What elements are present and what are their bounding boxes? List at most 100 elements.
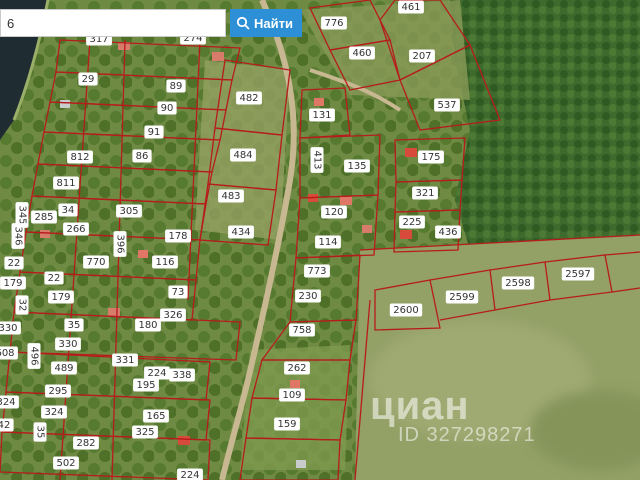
plot-label[interactable]: 325	[132, 425, 158, 439]
plot-label[interactable]: 224	[177, 468, 203, 480]
plot-label[interactable]: 773	[304, 264, 330, 278]
plot-label[interactable]: 338	[169, 368, 195, 382]
plot-number: 262	[287, 363, 306, 374]
plot-label[interactable]: 86	[132, 149, 152, 163]
plot-label[interactable]: 35	[33, 422, 47, 442]
plot-number: 776	[324, 18, 343, 29]
plot-label[interactable]: 2597	[561, 267, 595, 281]
plot-label[interactable]: 230	[295, 289, 321, 303]
plot-label[interactable]: 91	[144, 125, 164, 139]
plot-number: 325	[135, 427, 154, 438]
plot-label[interactable]: 776	[321, 16, 347, 30]
plot-number: 179	[3, 278, 22, 289]
plot-label[interactable]: 413	[310, 147, 324, 173]
plot-label[interactable]: 483	[218, 189, 244, 203]
forest-area	[450, 0, 640, 250]
plot-label[interactable]: 330	[0, 321, 21, 335]
plot-label[interactable]: 179	[0, 276, 26, 290]
plot-label[interactable]: 482	[236, 91, 262, 105]
plot-label[interactable]: 396	[113, 231, 127, 257]
plot-number: 324	[0, 397, 16, 408]
plot-label[interactable]: 2599	[445, 290, 479, 304]
plot-label[interactable]: 758	[289, 323, 315, 337]
plot-number: 73	[172, 287, 185, 298]
plot-label[interactable]: 35	[64, 318, 84, 332]
plot-label[interactable]: 114	[315, 235, 341, 249]
plot-label[interactable]: 266	[63, 222, 89, 236]
plot-label[interactable]: 489	[51, 361, 77, 375]
plot-label[interactable]: 225	[399, 215, 425, 229]
plot-label[interactable]: 42	[0, 418, 14, 432]
plot-label[interactable]: 165	[143, 409, 169, 423]
plot-label[interactable]: 159	[274, 417, 300, 431]
search-input[interactable]	[0, 9, 226, 37]
plot-number: 305	[119, 206, 138, 217]
plot-label[interactable]: 324	[0, 395, 19, 409]
plot-label[interactable]: 330	[55, 337, 81, 351]
plot-label[interactable]: 90	[157, 101, 177, 115]
plot-label[interactable]: 109	[279, 388, 305, 402]
plot-label[interactable]: 135	[344, 159, 370, 173]
plot-label[interactable]: 331	[112, 353, 138, 367]
plot-label[interactable]: 502	[53, 456, 79, 470]
plot-label[interactable]: 224	[144, 366, 170, 380]
plot-number: 22	[8, 258, 21, 269]
plot-label[interactable]: 305	[116, 204, 142, 218]
plot-label[interactable]: 2600	[389, 303, 423, 317]
plot-number: 496	[29, 346, 40, 365]
satellite-map[interactable]: 461776460 207537317 27429899048213191812 86…	[0, 0, 640, 480]
plot-number: 413	[312, 150, 323, 169]
plot-label[interactable]: 178	[165, 229, 191, 243]
plot-label[interactable]: 22	[4, 256, 24, 270]
plot-label[interactable]: 175	[418, 150, 444, 164]
plot-label[interactable]: 496	[27, 343, 41, 369]
plot-number: 331	[115, 355, 134, 366]
plot-label[interactable]: 120	[321, 205, 347, 219]
plot-label[interactable]: 811	[53, 176, 79, 190]
plot-label[interactable]: 484	[230, 148, 256, 162]
plot-label[interactable]: 179	[48, 290, 74, 304]
plot-number: 811	[56, 178, 75, 189]
plot-number: 90	[161, 103, 174, 114]
plot-number: 502	[56, 458, 75, 469]
plot-label[interactable]: 73	[168, 285, 188, 299]
plot-label[interactable]: 460	[349, 46, 375, 60]
plot-label[interactable]: 34	[58, 203, 78, 217]
plot-number: 32	[17, 299, 28, 312]
plot-label[interactable]: 770	[83, 255, 109, 269]
plot-number: 436	[438, 227, 457, 238]
search-button[interactable]: Найти	[230, 9, 302, 37]
plot-label[interactable]: 295	[45, 384, 71, 398]
plot-number: 175	[421, 152, 440, 163]
plot-label[interactable]: 285	[31, 210, 57, 224]
plot-label[interactable]: 282	[73, 436, 99, 450]
plot-label[interactable]: 436	[435, 225, 461, 239]
plot-number: 22	[48, 273, 61, 284]
plot-label[interactable]: 461	[398, 0, 424, 14]
plot-label[interactable]: 180	[135, 318, 161, 332]
plot-label[interactable]: 321	[412, 186, 438, 200]
plot-label[interactable]: 608	[0, 346, 18, 360]
plot-label[interactable]: 29	[78, 72, 98, 86]
plot-label[interactable]: 207	[409, 49, 435, 63]
plot-label[interactable]: 131	[309, 108, 335, 122]
plot-label[interactable]: 22	[44, 271, 64, 285]
plot-label[interactable]: 32	[15, 295, 29, 315]
plot-label[interactable]: 434	[228, 225, 254, 239]
plot-label[interactable]: 116	[152, 255, 178, 269]
plot-number: 2598	[505, 278, 530, 289]
plot-label[interactable]: 346	[11, 223, 25, 249]
plot-label[interactable]: 324	[41, 405, 67, 419]
plot-label[interactable]: 537	[434, 98, 460, 112]
plot-label[interactable]: 812	[67, 150, 93, 164]
plot-number: 434	[231, 227, 250, 238]
plot-number: 326	[163, 310, 182, 321]
plot-label[interactable]: 2598	[501, 276, 535, 290]
plot-number: 482	[239, 93, 258, 104]
plot-label[interactable]: 326	[160, 308, 186, 322]
plot-number: 484	[233, 150, 252, 161]
watermark-brand: циан	[370, 384, 470, 428]
plot-label[interactable]: 262	[284, 361, 310, 375]
plot-label[interactable]: 89	[166, 79, 186, 93]
plot-label[interactable]: 195	[133, 378, 159, 392]
